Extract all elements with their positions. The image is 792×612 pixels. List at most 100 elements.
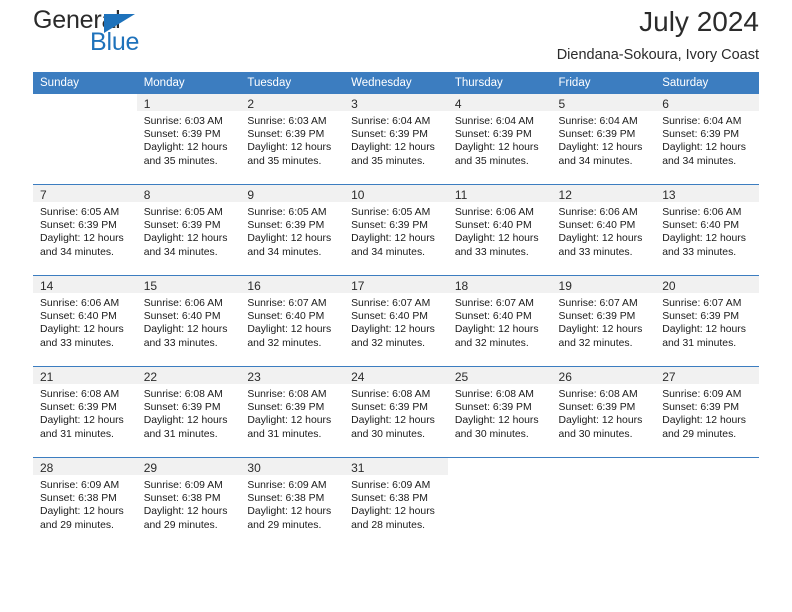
calendar-cell[interactable]: 7 Sunrise: 6:05 AM Sunset: 6:39 PM Daylight… bbox=[33, 184, 137, 276]
calendar-cell[interactable]: 8 Sunrise: 6:05 AM Sunset: 6:39 PM Daylight… bbox=[136, 184, 241, 276]
day-number: 29 bbox=[143, 461, 158, 475]
day-cell: 27 Sunrise: 6:09 AM Sunset: 6:39 PM Dayligh… bbox=[655, 367, 759, 457]
sunset-text: Sunset: 6:39 PM bbox=[558, 402, 636, 414]
calendar-cell[interactable]: 27 Sunrise: 6:09 AM Sunset: 6:39 PM Dayligh… bbox=[655, 366, 759, 458]
sunset-text: Sunset: 6:40 PM bbox=[40, 311, 117, 323]
calendar-cell[interactable]: 22 Sunrise: 6:08 AM Sunset: 6:39 PM Dayligh… bbox=[136, 366, 241, 458]
daylight-text-line2: and 29 minutes. bbox=[143, 519, 218, 531]
daylight-text-line2: and 34 minutes. bbox=[662, 155, 737, 167]
day-number-band: 28 bbox=[33, 458, 137, 475]
day-number: 12 bbox=[558, 188, 572, 202]
calendar-cell[interactable]: 28 Sunrise: 6:09 AM Sunset: 6:38 PM Dayligh… bbox=[33, 457, 137, 548]
daylight-text-line2: and 33 minutes. bbox=[558, 246, 633, 258]
sunrise-text: Sunrise: 6:06 AM bbox=[40, 298, 120, 309]
day-cell: 10 Sunrise: 6:05 AM Sunset: 6:39 PM Dayligh… bbox=[344, 185, 448, 275]
day-details: Sunrise: 6:09 AM Sunset: 6:38 PM Daylight:… bbox=[344, 475, 448, 532]
sunset-text: Sunset: 6:39 PM bbox=[662, 311, 740, 323]
day-number-band: 9 bbox=[240, 185, 345, 202]
day-number: 22 bbox=[143, 370, 158, 384]
day-cell: 11 Sunrise: 6:06 AM Sunset: 6:40 PM Dayligh… bbox=[447, 185, 552, 275]
day-details: Sunrise: 6:05 AM Sunset: 6:39 PM Daylight:… bbox=[137, 202, 241, 259]
day-number-band: 2 bbox=[240, 94, 345, 111]
daylight-text-line2: and 34 minutes. bbox=[558, 155, 633, 167]
calendar-cell[interactable]: 17 Sunrise: 6:07 AM Sunset: 6:40 PM Dayligh… bbox=[344, 275, 448, 367]
sunset-text: Sunset: 6:39 PM bbox=[40, 220, 117, 232]
calendar-cell[interactable]: 26 Sunrise: 6:08 AM Sunset: 6:39 PM Dayligh… bbox=[551, 366, 656, 458]
sunrise-text: Sunrise: 6:06 AM bbox=[454, 207, 534, 218]
calendar-cell[interactable]: 16 Sunrise: 6:07 AM Sunset: 6:40 PM Dayligh… bbox=[240, 275, 345, 367]
calendar-cell[interactable]: 2 Sunrise: 6:03 AM Sunset: 6:39 PM Daylight… bbox=[240, 94, 345, 185]
sunrise-text: Sunrise: 6:08 AM bbox=[247, 389, 327, 400]
daylight-text-line1: Daylight: 12 hours bbox=[558, 142, 643, 154]
daylight-text-line2: and 31 minutes. bbox=[40, 428, 114, 440]
day-cell: 14 Sunrise: 6:06 AM Sunset: 6:40 PM Dayligh… bbox=[33, 276, 137, 366]
sunset-text: Sunset: 6:39 PM bbox=[662, 129, 740, 141]
calendar-cell[interactable]: 31 Sunrise: 6:09 AM Sunset: 6:38 PM Dayligh… bbox=[344, 457, 448, 548]
calendar-cell[interactable]: 1 Sunrise: 6:03 AM Sunset: 6:39 PM Daylight… bbox=[136, 94, 241, 185]
calendar-cell[interactable]: 4 Sunrise: 6:04 AM Sunset: 6:39 PM Daylight… bbox=[447, 94, 552, 185]
calendar-cell[interactable]: 23 Sunrise: 6:08 AM Sunset: 6:39 PM Dayligh… bbox=[240, 366, 345, 458]
day-cell bbox=[33, 94, 137, 184]
daylight-text-line1: Daylight: 12 hours bbox=[558, 233, 643, 245]
calendar-cell[interactable]: 5 Sunrise: 6:04 AM Sunset: 6:39 PM Daylight… bbox=[551, 94, 656, 185]
day-cell: 4 Sunrise: 6:04 AM Sunset: 6:39 PM Daylight… bbox=[447, 94, 552, 184]
day-details: Sunrise: 6:08 AM Sunset: 6:39 PM Daylight:… bbox=[344, 384, 448, 441]
day-details: Sunrise: 6:08 AM Sunset: 6:39 PM Daylight:… bbox=[240, 384, 344, 441]
sunrise-text: Sunrise: 6:08 AM bbox=[454, 389, 534, 400]
day-cell: 5 Sunrise: 6:04 AM Sunset: 6:39 PM Daylight… bbox=[551, 94, 656, 184]
day-number-band: 25 bbox=[447, 367, 552, 384]
daylight-text-line1: Daylight: 12 hours bbox=[143, 415, 228, 427]
sunset-text: Sunset: 6:39 PM bbox=[454, 402, 532, 414]
day-number-band: 18 bbox=[447, 276, 552, 293]
calendar-cell[interactable]: 15 Sunrise: 6:06 AM Sunset: 6:40 PM Dayligh… bbox=[136, 275, 241, 367]
day-number-band: 5 bbox=[551, 94, 656, 111]
calendar-cell[interactable]: 6 Sunrise: 6:04 AM Sunset: 6:39 PM Daylight… bbox=[655, 94, 759, 185]
calendar-cell[interactable]: 14 Sunrise: 6:06 AM Sunset: 6:40 PM Dayligh… bbox=[33, 275, 137, 367]
day-number-band: 26 bbox=[551, 367, 656, 384]
calendar-cell[interactable]: 11 Sunrise: 6:06 AM Sunset: 6:40 PM Dayligh… bbox=[447, 184, 552, 276]
day-details: Sunrise: 6:07 AM Sunset: 6:39 PM Daylight:… bbox=[552, 293, 656, 350]
calendar-cell[interactable]: 13 Sunrise: 6:06 AM Sunset: 6:40 PM Dayligh… bbox=[655, 184, 759, 276]
calendar-cell[interactable]: 10 Sunrise: 6:05 AM Sunset: 6:39 PM Dayligh… bbox=[344, 184, 448, 276]
sunrise-text: Sunrise: 6:03 AM bbox=[247, 116, 327, 127]
day-number-band: 21 bbox=[33, 367, 137, 384]
sunrise-text: Sunrise: 6:06 AM bbox=[662, 207, 742, 218]
weekday-header-monday: Monday bbox=[136, 72, 241, 94]
day-cell: 28 Sunrise: 6:09 AM Sunset: 6:38 PM Dayligh… bbox=[33, 458, 137, 548]
sunrise-text: Sunrise: 6:07 AM bbox=[558, 298, 638, 309]
sunrise-text: Sunrise: 6:09 AM bbox=[40, 480, 120, 491]
calendar-header: Sunday Monday Tuesday Wednesday Thursday… bbox=[33, 72, 759, 94]
daylight-text-line1: Daylight: 12 hours bbox=[143, 142, 228, 154]
day-cell: 2 Sunrise: 6:03 AM Sunset: 6:39 PM Daylight… bbox=[240, 94, 345, 184]
calendar-cell[interactable]: 29 Sunrise: 6:09 AM Sunset: 6:38 PM Dayligh… bbox=[136, 457, 241, 548]
calendar-cell[interactable]: 12 Sunrise: 6:06 AM Sunset: 6:40 PM Dayligh… bbox=[551, 184, 656, 276]
day-cell: 24 Sunrise: 6:08 AM Sunset: 6:39 PM Dayligh… bbox=[344, 367, 448, 457]
calendar-cell[interactable]: 9 Sunrise: 6:05 AM Sunset: 6:39 PM Daylight… bbox=[240, 184, 345, 276]
calendar-cell[interactable]: 25 Sunrise: 6:08 AM Sunset: 6:39 PM Dayligh… bbox=[447, 366, 552, 458]
daylight-text-line2: and 34 minutes. bbox=[40, 246, 114, 258]
weekday-header-tuesday: Tuesday bbox=[240, 72, 345, 94]
sunrise-text: Sunrise: 6:05 AM bbox=[247, 207, 327, 218]
day-number-band: 12 bbox=[551, 185, 656, 202]
calendar-cell[interactable]: 30 Sunrise: 6:09 AM Sunset: 6:38 PM Dayligh… bbox=[240, 457, 345, 548]
calendar-cell[interactable]: 19 Sunrise: 6:07 AM Sunset: 6:39 PM Dayligh… bbox=[551, 275, 656, 367]
daylight-text-line1: Daylight: 12 hours bbox=[558, 415, 643, 427]
day-details: Sunrise: 6:07 AM Sunset: 6:40 PM Daylight:… bbox=[344, 293, 448, 350]
brand-logo[interactable]: General Blue bbox=[33, 8, 233, 60]
sunrise-text: Sunrise: 6:07 AM bbox=[247, 298, 327, 309]
day-number-band: 15 bbox=[136, 276, 241, 293]
day-number: 11 bbox=[454, 188, 468, 202]
calendar-cell[interactable]: 21 Sunrise: 6:08 AM Sunset: 6:39 PM Dayligh… bbox=[33, 366, 137, 458]
calendar-cell[interactable]: 18 Sunrise: 6:07 AM Sunset: 6:40 PM Dayligh… bbox=[447, 275, 552, 367]
daylight-text-line1: Daylight: 12 hours bbox=[662, 142, 746, 154]
day-number: 4 bbox=[454, 97, 462, 111]
daylight-text-line1: Daylight: 12 hours bbox=[351, 233, 435, 245]
daylight-text-line1: Daylight: 12 hours bbox=[454, 142, 539, 154]
sunrise-text: Sunrise: 6:05 AM bbox=[40, 207, 120, 218]
day-cell: 7 Sunrise: 6:05 AM Sunset: 6:39 PM Daylight… bbox=[33, 185, 137, 275]
calendar-cell[interactable]: 24 Sunrise: 6:08 AM Sunset: 6:39 PM Dayligh… bbox=[344, 366, 448, 458]
calendar-cell[interactable]: 3 Sunrise: 6:04 AM Sunset: 6:39 PM Daylight… bbox=[344, 94, 448, 185]
sunset-text: Sunset: 6:40 PM bbox=[454, 311, 532, 323]
calendar-cell[interactable]: 20 Sunrise: 6:07 AM Sunset: 6:39 PM Dayligh… bbox=[655, 275, 759, 367]
day-number: 26 bbox=[558, 370, 572, 384]
